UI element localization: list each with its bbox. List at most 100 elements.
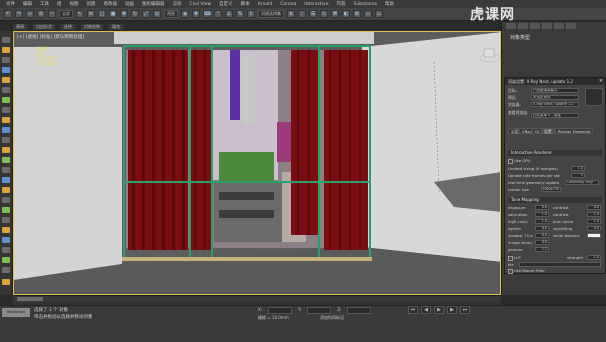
create-sphere-icon[interactable]: [2, 47, 10, 53]
unlink-icon[interactable]: ⊘: [37, 10, 45, 18]
spline-icon[interactable]: [2, 107, 10, 113]
ribbon-tab-object-paint[interactable]: 对象绘制: [80, 22, 104, 31]
settings-icon[interactable]: [2, 279, 10, 285]
cut-icon[interactable]: [2, 207, 10, 213]
select-object-icon[interactable]: ↖: [76, 10, 84, 18]
menu-view[interactable]: 视图: [70, 1, 79, 7]
tone-field[interactable]: 0.0: [535, 205, 549, 210]
menu-animation[interactable]: 动画: [125, 1, 134, 7]
rectangle-select-icon[interactable]: □: [98, 10, 106, 18]
ribbon-tab-modeling[interactable]: 建模: [12, 22, 28, 31]
lut-row[interactable]: LUT: [508, 255, 521, 261]
tone-field[interactable]: 0.0: [535, 226, 549, 231]
selection-filter-dropdown[interactable]: 全部: [59, 10, 73, 18]
reference-coordinate-dropdown[interactable]: 视图: [164, 10, 178, 18]
menu-graph-editors[interactable]: 图形编辑器: [142, 1, 165, 7]
maxscript-listener[interactable]: MAXScript: [2, 308, 30, 317]
mirror-icon[interactable]: ⧖: [287, 10, 295, 18]
shell-icon[interactable]: [2, 247, 10, 253]
tab-render-elements[interactable]: Render Elements: [555, 128, 594, 134]
preset-dropdown[interactable]: 未选定预设: [531, 95, 579, 100]
lut-checkbox[interactable]: [508, 255, 513, 261]
spinner-snap-icon[interactable]: ⇳: [247, 10, 255, 18]
next-frame-icon[interactable]: ▶: [447, 306, 457, 314]
rollout-tone-mapping[interactable]: Tone Mapping: [508, 197, 602, 203]
render-setup-icon[interactable]: ⚙: [353, 10, 361, 18]
bridge-icon[interactable]: [2, 177, 10, 183]
menu-group[interactable]: 组: [57, 1, 62, 7]
bevel-icon[interactable]: [2, 137, 10, 143]
time-slider-handle[interactable]: [17, 297, 43, 301]
ir-field[interactable]: 1000x750: [541, 187, 561, 192]
menu-rendering[interactable]: 渲染: [173, 1, 182, 7]
motion-tab-icon[interactable]: [542, 23, 552, 29]
x-coordinate-field[interactable]: [268, 307, 293, 314]
create-box-icon[interactable]: [2, 37, 10, 43]
create-camera-icon[interactable]: [2, 87, 10, 93]
inset-icon[interactable]: [2, 147, 10, 153]
y-coordinate-field[interactable]: [307, 307, 332, 314]
previous-frame-icon[interactable]: ◀: [421, 306, 431, 314]
menu-corona[interactable]: Corona: [280, 2, 296, 7]
angle-snap-icon[interactable]: ∠: [225, 10, 233, 18]
menu-tools[interactable]: 工具: [40, 1, 49, 7]
use-gpu-row[interactable]: Use GPU: [508, 158, 530, 164]
weld-icon[interactable]: [2, 187, 10, 193]
slice-icon[interactable]: [2, 217, 10, 223]
bloom-row[interactable]: Use Bloom Filter: [508, 268, 545, 274]
bind-space-warp-icon[interactable]: ~: [48, 10, 56, 18]
window-crossing-icon[interactable]: ▣: [109, 10, 117, 18]
ribbon-tab-populate[interactable]: 填充: [108, 22, 124, 31]
layer-explorer-icon[interactable]: ☰: [309, 10, 317, 18]
menu-civil-view[interactable]: Civil View: [190, 2, 212, 7]
percent-snap-icon[interactable]: %: [236, 10, 244, 18]
menu-create[interactable]: 创建: [87, 1, 96, 7]
close-icon[interactable]: ×: [599, 78, 603, 84]
lut-file-field[interactable]: [519, 262, 601, 267]
rollout-interactive-renderer[interactable]: Interactive Renderer: [508, 150, 602, 156]
ir-field[interactable]: 1: [571, 173, 585, 178]
chamfer-icon[interactable]: [2, 157, 10, 163]
edit-poly-icon[interactable]: [2, 117, 10, 123]
tone-field[interactable]: 1.0: [535, 219, 549, 224]
rendered-frame-window-icon[interactable]: ▭: [364, 10, 372, 18]
menu-modifiers[interactable]: 修改器: [104, 1, 118, 7]
redo-icon[interactable]: ↷: [15, 10, 23, 18]
ribbon-tab-freeform[interactable]: 自由形式: [32, 22, 56, 31]
curve-editor-icon[interactable]: ∿: [320, 10, 328, 18]
menu-help[interactable]: 帮助: [385, 1, 394, 7]
viewport-label[interactable]: [+] [透视] [标准] [默认明暗处理]: [17, 34, 84, 40]
tone-field[interactable]: 0.0: [587, 226, 601, 231]
render-icon[interactable]: ☕: [375, 10, 383, 18]
create-light-icon[interactable]: [2, 77, 10, 83]
tone-field[interactable]: 1.0: [587, 212, 601, 217]
tab-settings[interactable]: 设置: [541, 128, 555, 134]
add-time-tag[interactable]: 添加时间标记: [320, 315, 344, 321]
create-cylinder-icon[interactable]: [2, 57, 10, 63]
menu-interactive[interactable]: Interactive: [304, 2, 328, 7]
material-editor-icon[interactable]: ◐: [342, 10, 350, 18]
use-gpu-checkbox[interactable]: [508, 158, 513, 164]
tone-field[interactable]: 0.0: [587, 205, 601, 210]
align-icon[interactable]: ⫶: [298, 10, 306, 18]
named-selection-dropdown[interactable]: 创建选择集: [258, 10, 284, 18]
select-by-name-icon[interactable]: ≡: [87, 10, 95, 18]
cloth-icon[interactable]: [2, 267, 10, 273]
ribbon-tab-selection[interactable]: 选择: [60, 22, 76, 31]
undo-icon[interactable]: ↶: [4, 10, 12, 18]
tone-field[interactable]: 0.0: [535, 233, 549, 238]
target-weld-icon[interactable]: [2, 197, 10, 203]
tone-field[interactable]: 0.0: [535, 240, 549, 245]
z-coordinate-field[interactable]: [347, 307, 372, 314]
schematic-view-icon[interactable]: ⌘: [331, 10, 339, 18]
go-to-end-icon[interactable]: ⏭: [460, 306, 470, 314]
tone-field[interactable]: 1.0: [587, 219, 601, 224]
menu-arnold[interactable]: Arnold: [258, 2, 273, 7]
tone-field[interactable]: 1.0: [535, 212, 549, 217]
extrude-icon[interactable]: [2, 127, 10, 133]
display-tab-icon[interactable]: [554, 23, 564, 29]
snap-toggle-icon[interactable]: ³: [214, 10, 222, 18]
menu-scripting[interactable]: 脚本: [241, 1, 250, 7]
placement-icon[interactable]: ◎: [153, 10, 161, 18]
hierarchy-tab-icon[interactable]: [530, 23, 540, 29]
